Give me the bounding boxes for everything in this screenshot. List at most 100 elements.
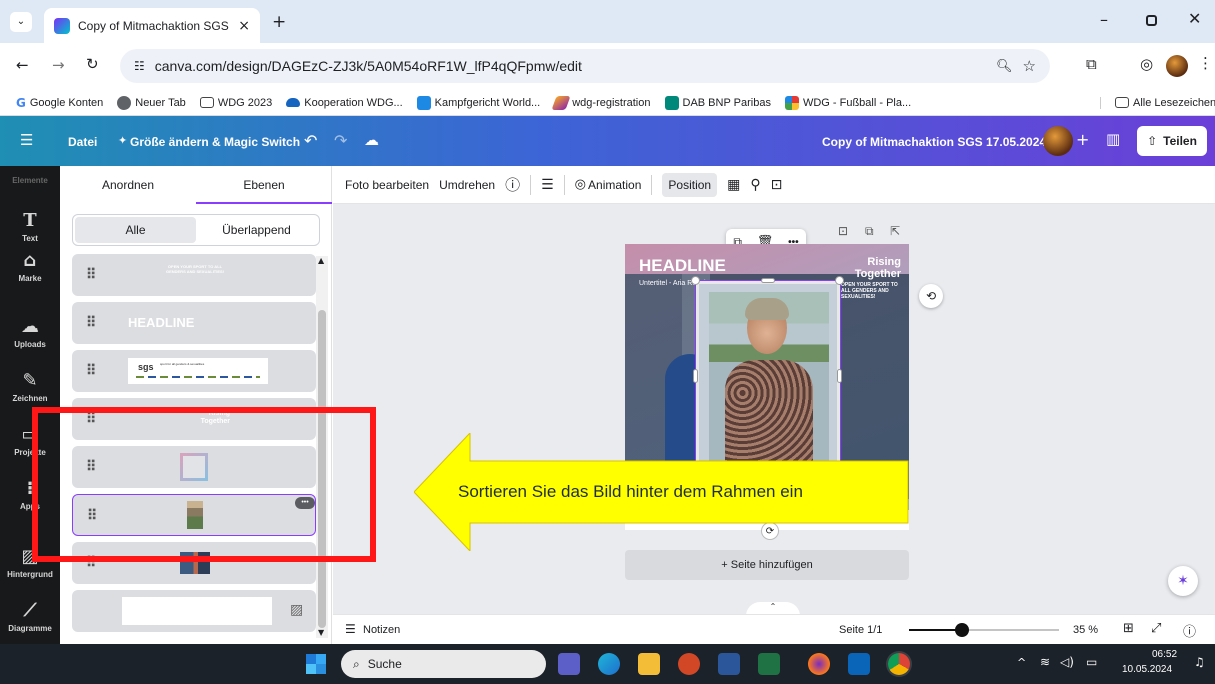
bookmark-neuer-tab[interactable]: Neuer Tab: [117, 95, 186, 110]
taskbar-search[interactable]: ⌕ Suche: [341, 650, 546, 678]
new-tab-button[interactable]: +: [272, 12, 286, 32]
file-explorer-icon[interactable]: [638, 653, 660, 675]
tab-close-icon[interactable]: ×: [238, 18, 250, 34]
notes-button[interactable]: Notizen: [363, 624, 400, 636]
edit-photo-button[interactable]: Foto bearbeiten: [345, 178, 429, 192]
bookmark-wdg-registration[interactable]: wdg-registration: [551, 95, 651, 110]
bookmark-star-icon[interactable]: ☆: [1023, 57, 1036, 75]
file-menu-button[interactable]: Datei: [68, 135, 97, 149]
forward-arrow-icon[interactable]: →: [52, 56, 65, 74]
zoom-slider[interactable]: [909, 623, 1059, 637]
chrome-icon[interactable]: [888, 653, 910, 675]
restore-window-icon[interactable]: [1146, 15, 1157, 26]
bookmark-kampfgericht[interactable]: Kampfgericht World...: [416, 95, 540, 110]
tab-anordnen[interactable]: Anordnen: [60, 166, 196, 204]
layer-item-tagline[interactable]: ⠿ OPEN YOUR SPORT TO ALL GENDERS AND SEX…: [72, 254, 316, 296]
refresh-suggestion-icon[interactable]: ⟲: [919, 284, 943, 308]
word-icon[interactable]: [718, 653, 740, 675]
drag-handle-icon[interactable]: ⠿: [86, 362, 97, 379]
filter-alle[interactable]: Alle: [75, 217, 196, 243]
bookmark-wdg-2023[interactable]: WDG 2023: [199, 97, 272, 109]
profile-avatar[interactable]: [1166, 55, 1188, 77]
back-arrow-icon[interactable]: ←: [16, 56, 29, 74]
border-style-icon[interactable]: ☰: [541, 177, 554, 193]
rail-item-elemente[interactable]: Elemente: [0, 176, 60, 185]
add-page-button[interactable]: + Seite hinzufügen: [625, 550, 909, 580]
collaborator-avatar[interactable]: [1043, 126, 1073, 156]
add-page-icon[interactable]: ⇱: [890, 224, 900, 238]
tab-ebenen[interactable]: Ebenen: [196, 166, 332, 204]
main-menu-icon[interactable]: ☰: [20, 131, 33, 149]
scroll-down-icon[interactable]: ▼: [318, 628, 324, 637]
design-rising-together[interactable]: Rising Together: [835, 256, 901, 280]
notification-bell-icon[interactable]: ♫: [1194, 655, 1205, 669]
filter-ueberlappend[interactable]: Überlappend: [196, 217, 317, 243]
cloud-saved-icon[interactable]: ☁: [364, 131, 379, 149]
undo-icon[interactable]: ↶: [304, 131, 317, 150]
grid-view-icon[interactable]: ⊞: [1123, 621, 1134, 636]
clock-date[interactable]: 10.05.2024: [1122, 664, 1172, 675]
address-bar[interactable]: ☷ canva.com/design/DAGEzC-ZJ3k/5A0M54oRF…: [120, 49, 1050, 83]
add-collaborator-icon[interactable]: +: [1076, 130, 1089, 149]
firefox-icon[interactable]: [808, 653, 830, 675]
clock-time[interactable]: 06:52: [1152, 649, 1177, 660]
design-headline[interactable]: HEADLINE: [639, 256, 726, 276]
resize-handle[interactable]: [837, 369, 842, 383]
help-icon[interactable]: ⓘ: [1183, 621, 1196, 640]
bookmark-google-konten[interactable]: G Google Konten: [16, 96, 103, 110]
bookmark-dab-bnp[interactable]: DAB BNP Paribas: [664, 95, 771, 110]
redo-icon[interactable]: ↷: [334, 131, 347, 150]
info-icon[interactable]: ⓘ: [505, 174, 520, 195]
flip-button[interactable]: Umdrehen: [439, 178, 495, 192]
resize-handle[interactable]: [835, 276, 844, 285]
edge-icon[interactable]: [598, 653, 620, 675]
rail-item-marke[interactable]: ⌂ Marke: [0, 250, 60, 283]
close-window-icon[interactable]: ✕: [1188, 9, 1201, 28]
rail-item-uploads[interactable]: ☁ Uploads: [0, 316, 60, 349]
resize-handle[interactable]: [693, 369, 698, 383]
powerpoint-icon[interactable]: [678, 653, 700, 675]
teams-icon[interactable]: [558, 653, 580, 675]
browser-tab-active[interactable]: Copy of Mitmachaktion SGS 17 ×: [44, 8, 260, 43]
rail-item-text[interactable]: T Text: [0, 210, 60, 243]
bookmark-kooperation[interactable]: Kooperation WDG...: [286, 97, 403, 109]
design-tagline[interactable]: OPEN YOUR SPORT TO ALL GENDERS AND SEXUA…: [841, 282, 905, 300]
rail-item-zeichnen[interactable]: ✎ Zeichnen: [0, 370, 60, 403]
drag-handle-icon[interactable]: ⠿: [86, 266, 97, 283]
resize-handle[interactable]: [761, 278, 775, 283]
duplicate-page-icon[interactable]: ⧉: [865, 224, 874, 239]
layer-item-page-background[interactable]: ⠿ ▨: [72, 590, 316, 632]
page-indicator[interactable]: Seite 1/1: [839, 624, 882, 636]
all-bookmarks[interactable]: Alle Lesezeichen: [1100, 96, 1215, 109]
hide-pages-chevron-icon[interactable]: ⌃: [746, 602, 800, 614]
copilot-icon[interactable]: ◎: [1140, 55, 1153, 73]
tab-search-chevron-icon[interactable]: ⌄: [10, 12, 32, 32]
copy-style-icon[interactable]: ⚲: [750, 177, 760, 193]
zoom-icon[interactable]: 🔍︎: [996, 59, 1013, 74]
lock-page-icon[interactable]: ⊡: [838, 224, 848, 238]
site-settings-icon[interactable]: ☷: [134, 59, 145, 73]
minimize-window-icon[interactable]: –: [1100, 10, 1108, 29]
extensions-icon[interactable]: ⧉: [1086, 55, 1097, 73]
bookmark-wdg-fussball[interactable]: WDG - Fußball - Pla...: [784, 95, 911, 110]
volume-icon[interactable]: ◁): [1060, 655, 1074, 669]
share-button[interactable]: ⇧ Teilen: [1137, 126, 1207, 156]
animation-button[interactable]: Animation: [588, 178, 641, 192]
position-button[interactable]: Position: [662, 172, 718, 197]
layer-item-footer-logos[interactable]: ⠿ sgs sport for all genders & sexualitie…: [72, 350, 316, 392]
drag-handle-icon[interactable]: ⠿: [86, 314, 97, 331]
battery-icon[interactable]: ▭: [1086, 655, 1097, 669]
fullscreen-icon[interactable]: ⤢: [1151, 621, 1161, 636]
windows-start-icon[interactable]: [306, 654, 326, 674]
resize-magic-switch-button[interactable]: Größe ändern & Magic Switch: [130, 135, 300, 149]
reload-icon[interactable]: ↻: [86, 55, 99, 73]
document-title[interactable]: Copy of Mitmachaktion SGS 17.05.2024: [822, 135, 1046, 149]
magic-assistant-icon[interactable]: ✶: [1168, 566, 1198, 596]
browser-menu-icon[interactable]: ⋮: [1198, 54, 1213, 72]
transparency-icon[interactable]: ▦: [727, 177, 740, 193]
layer-item-headline[interactable]: ⠿ HEADLINE: [72, 302, 316, 344]
tray-chevron-icon[interactable]: ^: [1017, 656, 1026, 669]
scroll-up-icon[interactable]: ▲: [318, 256, 324, 265]
analytics-icon[interactable]: ▥: [1106, 130, 1120, 148]
zoom-level[interactable]: 35 %: [1073, 624, 1098, 636]
